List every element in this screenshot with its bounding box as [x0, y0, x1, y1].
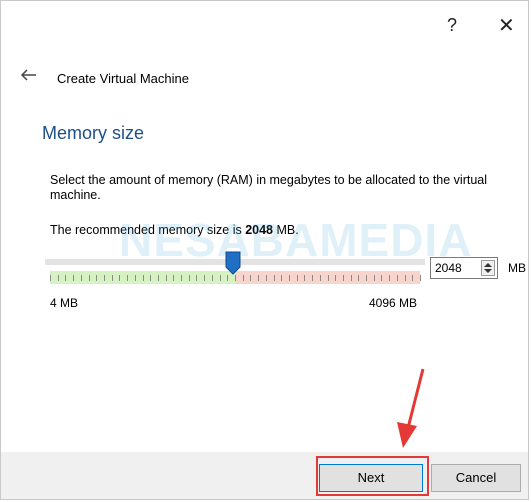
scale-tick [389, 275, 390, 281]
scale-tick [258, 275, 259, 281]
recommended-value: 2048 [245, 223, 274, 237]
annotation-arrow [397, 368, 425, 448]
scale-tick [351, 275, 352, 281]
memory-size-value[interactable]: 2048 [435, 261, 462, 275]
scale-tick [150, 275, 151, 281]
scale-tick [158, 275, 159, 281]
scale-tick [235, 275, 236, 281]
scale-tick [289, 275, 290, 281]
scale-tick [405, 275, 406, 281]
scale-tick [412, 275, 413, 281]
scale-tick [397, 275, 398, 281]
scale-tick [58, 275, 59, 281]
scale-tick [127, 275, 128, 281]
scale-tick [135, 275, 136, 281]
scale-tick [89, 275, 90, 281]
scale-tick [220, 275, 221, 281]
scale-tick [366, 275, 367, 281]
scale-tick [250, 275, 251, 281]
page-title: Memory size [42, 123, 145, 143]
scale-tick [196, 275, 197, 281]
spinner-buttons[interactable] [481, 260, 495, 276]
cancel-button[interactable]: Cancel [431, 464, 521, 492]
scale-tick [96, 275, 97, 281]
close-button[interactable]: ✕ [498, 13, 515, 38]
scale-tick [243, 275, 244, 281]
scale-tick [381, 275, 382, 281]
max-memory-label: 4096 MB [369, 296, 418, 310]
scale-tick [112, 275, 113, 281]
scale-tick [73, 275, 74, 281]
scale-tick [227, 275, 228, 281]
scale-tick [212, 275, 213, 281]
scale-tick [143, 275, 144, 281]
scale-tick [274, 275, 275, 281]
min-memory-label: 4 MB [50, 296, 79, 310]
scale-tick [335, 275, 336, 281]
scale-tick [343, 275, 344, 281]
memory-slider-thumb[interactable] [225, 251, 241, 275]
memory-description: Select the amount of memory (RAM) in meg… [50, 173, 488, 202]
recommended-prefix: The recommended memory size is [50, 223, 246, 237]
scale-tick [189, 275, 190, 281]
help-button[interactable]: ? [447, 15, 457, 36]
scale-tick [119, 275, 120, 281]
scale-tick [65, 275, 66, 281]
scale-tick [81, 275, 82, 281]
scale-tick [181, 275, 182, 281]
wizard-title: Create Virtual Machine [57, 71, 189, 86]
scale-tick [50, 275, 51, 281]
scale-tick [281, 275, 282, 281]
memory-unit-label: MB [508, 261, 526, 275]
scale-tick [297, 275, 298, 281]
scale-tick [104, 275, 105, 281]
scale-tick [304, 275, 305, 281]
scale-tick [312, 275, 313, 281]
spinner-down-icon[interactable] [484, 269, 492, 273]
recommended-suffix: MB. [273, 223, 299, 237]
scale-tick [320, 275, 321, 281]
recommended-memory-text: The recommended memory size is 2048 MB. [50, 223, 299, 237]
scale-tick [358, 275, 359, 281]
back-arrow-icon[interactable] [19, 65, 39, 85]
dialog-window: ? ✕ Create Virtual Machine Memory size S… [0, 0, 529, 500]
memory-size-input[interactable]: 2048 [430, 257, 498, 279]
scale-tick [166, 275, 167, 281]
spinner-up-icon[interactable] [484, 263, 492, 267]
next-button-highlight [316, 456, 429, 496]
scale-tick [420, 275, 421, 281]
scale-tick [374, 275, 375, 281]
scale-tick [328, 275, 329, 281]
scale-tick [173, 275, 174, 281]
scale-tick [204, 275, 205, 281]
scale-tick [266, 275, 267, 281]
